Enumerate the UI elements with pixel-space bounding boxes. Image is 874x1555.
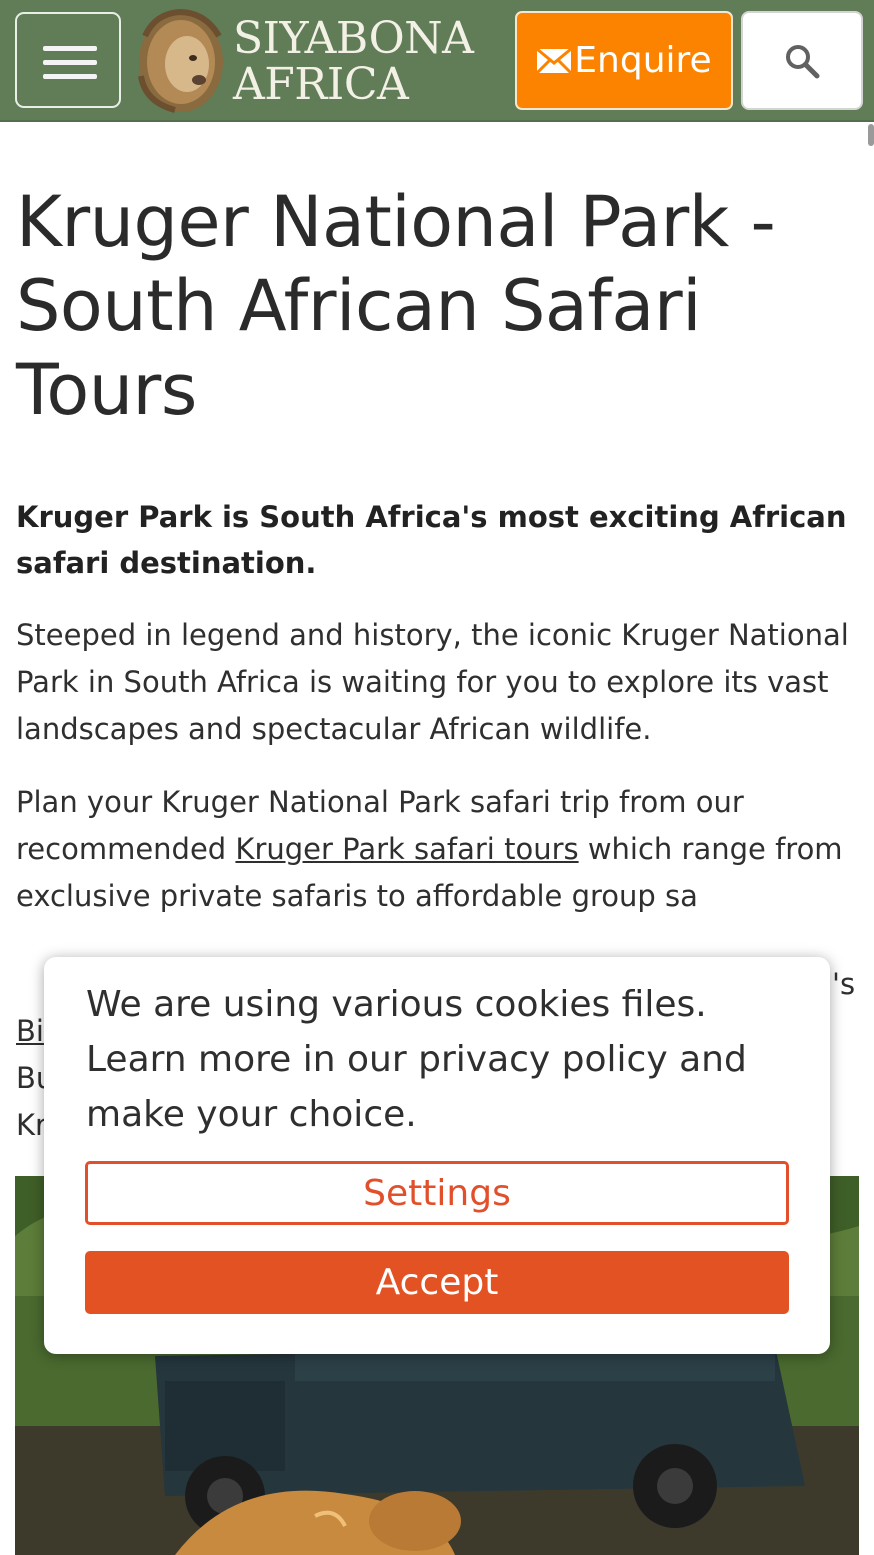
cookie-consent-dialog: We are using various cookies files. Lear… xyxy=(44,957,830,1354)
text-fragment-s: 's xyxy=(832,967,856,1001)
enquire-button[interactable]: Enquire xyxy=(515,11,733,110)
hamburger-icon xyxy=(43,46,97,51)
enquire-label: Enquire xyxy=(574,40,712,81)
kruger-tours-link[interactable]: Kruger Park safari tours xyxy=(235,832,578,866)
scrollbar-thumb[interactable] xyxy=(868,124,874,146)
logo-wordmark: SIYABONA AFRICA xyxy=(233,13,474,110)
hamburger-icon-bar xyxy=(43,74,97,79)
logo-line-2: AFRICA xyxy=(233,59,409,110)
cookie-settings-button[interactable]: Settings xyxy=(85,1161,789,1225)
main-content: Kruger National Park - South African Saf… xyxy=(16,180,852,920)
search-icon xyxy=(786,44,820,78)
mail-icon xyxy=(536,47,573,74)
menu-button[interactable] xyxy=(15,12,121,108)
search-button[interactable] xyxy=(741,11,863,110)
text-fragment-kr: Kr xyxy=(16,1108,47,1142)
cookie-message: We are using various cookies files. Lear… xyxy=(86,984,747,1135)
logo-line-1: SIYABONA xyxy=(233,13,474,64)
hamburger-icon-bar xyxy=(43,60,97,65)
lead-paragraph: Kruger Park is South Africa's most excit… xyxy=(16,500,847,580)
site-logo[interactable]: SIYABONA AFRICA xyxy=(135,6,480,116)
text-fragment-bi[interactable]: Bi xyxy=(16,1008,44,1055)
lion-logo-icon xyxy=(138,8,223,113)
intro-paragraph: Steeped in legend and history, the iconi… xyxy=(16,618,849,746)
cookie-accept-button[interactable]: Accept xyxy=(85,1251,789,1314)
site-header: SIYABONA AFRICA Enquire xyxy=(0,0,874,122)
page-title: Kruger National Park - South African Saf… xyxy=(16,181,776,431)
tours-paragraph: Plan your Kruger National Park safari tr… xyxy=(16,779,852,920)
